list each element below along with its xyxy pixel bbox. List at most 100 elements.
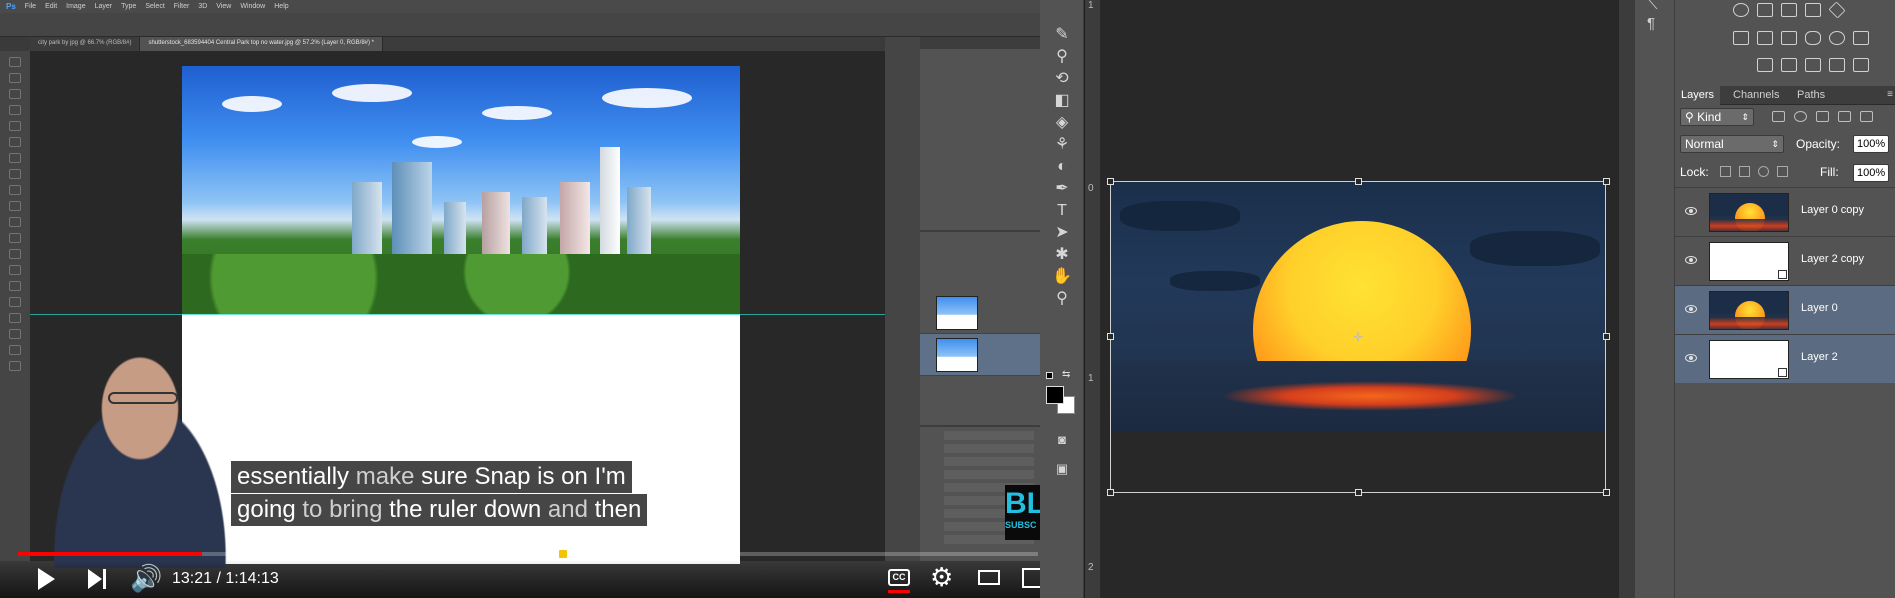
- layer-name: Layer 0 copy: [1801, 204, 1864, 216]
- threshold-icon[interactable]: [1805, 58, 1821, 72]
- caption-word: bring: [329, 496, 390, 523]
- paragraph-panel-icon[interactable]: ¶: [1647, 15, 1655, 32]
- visibility-eye-icon[interactable]: [1685, 354, 1697, 362]
- transform-handle-top[interactable]: [1355, 178, 1362, 185]
- caption-line-1: essentially make sure Snap is on I'm: [231, 461, 632, 493]
- layer-name: Layer 2 copy: [1801, 253, 1864, 265]
- ps-menu-item: File: [24, 3, 37, 10]
- blend-mode-select[interactable]: Normal ⇕: [1680, 135, 1784, 153]
- tab-layers[interactable]: Layers: [1675, 86, 1721, 105]
- next-icon[interactable]: [88, 569, 108, 589]
- caption-word: make: [355, 463, 422, 490]
- ps-menu-item: 3D: [198, 3, 208, 10]
- hue-saturation-icon[interactable]: [1733, 31, 1749, 45]
- transform-handle-left[interactable]: [1107, 333, 1114, 340]
- presenter-webcam: [20, 340, 260, 568]
- fill-field[interactable]: 100%: [1853, 164, 1889, 182]
- black-white-icon[interactable]: [1781, 31, 1797, 45]
- screen-mode-icon[interactable]: ▣: [1052, 460, 1072, 478]
- theater-mode-icon[interactable]: [978, 570, 1000, 585]
- chapter-marker[interactable]: [559, 550, 567, 558]
- captions-icon[interactable]: CC: [888, 569, 910, 586]
- pen-icon[interactable]: ✒: [1052, 180, 1072, 198]
- transform-handle-bottom-right[interactable]: [1603, 489, 1610, 496]
- selective-color-icon[interactable]: [1829, 58, 1845, 72]
- layer-list: Layer 0 copy Layer 2 copy Layer 0 Layer 2: [1675, 187, 1895, 383]
- settings-gear-icon[interactable]: ⚙: [930, 563, 953, 591]
- ps-menu-item: Edit: [45, 3, 58, 10]
- filter-adjustment-icon[interactable]: [1794, 111, 1807, 122]
- channel-logo[interactable]: BL SUBSC: [1005, 485, 1040, 540]
- fullscreen-icon[interactable]: [1022, 568, 1040, 588]
- lock-transparent-icon[interactable]: [1720, 166, 1731, 177]
- dodge-icon[interactable]: ◐: [1052, 158, 1072, 176]
- invert-icon[interactable]: [1757, 58, 1773, 72]
- exposure-icon[interactable]: [1805, 3, 1821, 17]
- play-icon[interactable]: [38, 568, 55, 590]
- color-balance-icon[interactable]: [1757, 31, 1773, 45]
- transform-handle-top-right[interactable]: [1603, 178, 1610, 185]
- filter-pixel-icon[interactable]: [1772, 111, 1785, 122]
- clone-stamp-icon[interactable]: ⚲: [1052, 48, 1072, 66]
- layer-row[interactable]: Layer 0 copy: [1675, 187, 1895, 236]
- filter-shape-icon[interactable]: [1838, 111, 1851, 122]
- transform-handle-bottom-left[interactable]: [1107, 489, 1114, 496]
- visibility-eye-icon[interactable]: [1685, 305, 1697, 313]
- opacity-label: Opacity:: [1796, 137, 1841, 151]
- photo-filter-icon[interactable]: [1805, 31, 1821, 45]
- opacity-field[interactable]: 100%: [1853, 135, 1889, 153]
- layer-row[interactable]: Layer 0: [1675, 285, 1895, 334]
- filter-type-icon[interactable]: [1816, 111, 1829, 122]
- transform-handle-right[interactable]: [1603, 333, 1610, 340]
- lock-pixels-icon[interactable]: [1739, 166, 1750, 177]
- brush-icon[interactable]: ✎: [1052, 26, 1072, 44]
- swap-colors-icon[interactable]: ⇆: [1062, 369, 1070, 380]
- volume-icon[interactable]: 🔊: [130, 565, 162, 591]
- brightness-contrast-icon[interactable]: [1733, 3, 1749, 17]
- ps-menu-item: View: [216, 3, 232, 10]
- history-brush-icon[interactable]: ⟲: [1052, 70, 1072, 88]
- panel-menu-icon[interactable]: ≡: [1887, 89, 1893, 100]
- default-colors-icon[interactable]: [1046, 372, 1053, 379]
- video-player[interactable]: Ps File Edit Image Layer Type Select Filter 3D V…: [0, 0, 1040, 598]
- color-lookup-icon[interactable]: [1853, 31, 1869, 45]
- vertical-ruler[interactable]: 1 0 1 2: [1085, 0, 1101, 598]
- photoshop-menubar: Ps File Edit Image Layer Type Select Filter 3D V…: [0, 0, 1040, 13]
- tab-channels[interactable]: Channels: [1727, 86, 1785, 105]
- zoom-icon[interactable]: ⚲: [1052, 290, 1072, 308]
- layers-panel-group: Layers Channels Paths ≡ ⚲ Kind ⇕ Normal ⇕…: [1675, 0, 1895, 598]
- layer-row[interactable]: Layer 2: [1675, 334, 1895, 383]
- channel-mixer-icon[interactable]: [1829, 31, 1845, 45]
- layer-row[interactable]: Layer 2 copy: [1675, 236, 1895, 285]
- paint-bucket-icon[interactable]: ◈: [1052, 114, 1072, 132]
- filter-smart-object-icon[interactable]: [1860, 111, 1873, 122]
- foreground-color-swatch[interactable]: [1046, 386, 1064, 404]
- gradient-map-icon[interactable]: [1853, 58, 1869, 72]
- layer-thumbnail: [1709, 242, 1789, 281]
- quick-mask-icon[interactable]: ◙: [1052, 431, 1072, 449]
- levels-icon[interactable]: [1757, 3, 1773, 17]
- path-selection-icon[interactable]: ➤: [1052, 224, 1072, 242]
- hand-icon[interactable]: ✋: [1052, 268, 1072, 286]
- layer-name: Layer 0: [1801, 302, 1838, 314]
- lock-all-icon[interactable]: [1777, 166, 1788, 177]
- smudge-icon[interactable]: ⚘: [1052, 136, 1072, 154]
- curves-icon[interactable]: [1781, 3, 1797, 17]
- panel-collapsed-icon[interactable]: ⟍: [1647, 0, 1658, 13]
- visibility-eye-icon[interactable]: [1685, 207, 1697, 215]
- custom-shape-icon[interactable]: ✱: [1052, 246, 1072, 264]
- transform-center-icon[interactable]: ✛: [1353, 331, 1363, 343]
- eraser-icon[interactable]: ◧: [1052, 92, 1072, 110]
- type-icon[interactable]: T: [1052, 202, 1072, 220]
- smart-object-badge-icon: [1778, 368, 1787, 377]
- tab-paths[interactable]: Paths: [1791, 86, 1831, 105]
- filter-kind-select[interactable]: ⚲ Kind ⇕: [1680, 108, 1754, 126]
- progress-played: [18, 552, 202, 556]
- visibility-eye-icon[interactable]: [1685, 256, 1697, 264]
- lock-position-icon[interactable]: [1758, 166, 1769, 177]
- caption-word: essentially: [237, 463, 356, 490]
- transform-handle-top-left[interactable]: [1107, 178, 1114, 185]
- posterize-icon[interactable]: [1781, 58, 1797, 72]
- transform-handle-bottom[interactable]: [1355, 489, 1362, 496]
- vibrance-icon[interactable]: [1828, 1, 1846, 19]
